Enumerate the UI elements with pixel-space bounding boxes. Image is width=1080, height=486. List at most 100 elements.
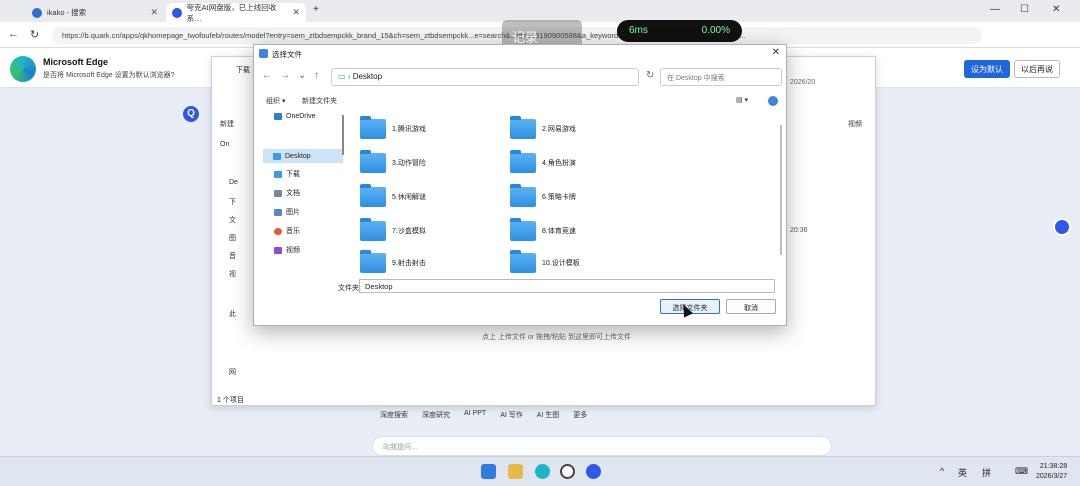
- tree-item-onedrive[interactable]: OneDrive: [274, 113, 316, 120]
- quark-icon[interactable]: [586, 464, 601, 479]
- refresh-icon[interactable]: ↻: [646, 70, 654, 81]
- close-icon[interactable]: ✕: [292, 7, 300, 18]
- set-default-button[interactable]: 设为默认: [964, 60, 1010, 78]
- new-folder-button[interactable]: 新建文件夹: [302, 96, 337, 106]
- browser-tabbar: ikako - 搜索 ✕ 夸克AI网盘版，已上线回收系… ✕ + — ☐ ✕: [0, 0, 1080, 23]
- side-item[interactable]: 音: [229, 251, 236, 261]
- folder-name: 8.体育竞速: [542, 228, 576, 235]
- new-tab-button[interactable]: +: [313, 4, 319, 15]
- assistant-fab-icon[interactable]: [1053, 218, 1071, 236]
- date-text: 2026/20: [790, 79, 816, 86]
- folder-item[interactable]: 3.动作冒险: [360, 150, 426, 173]
- search-input[interactable]: 在 Desktop 中搜索: [660, 68, 782, 86]
- tool-row: 深度搜索 深度研究 AI PPT AI 写作 AI 生图 更多: [380, 410, 587, 420]
- tab-quark[interactable]: 夸克AI网盘版，已上线回收系… ✕: [166, 3, 306, 23]
- tree-scrollbar[interactable]: [342, 115, 344, 155]
- tree-item-downloads[interactable]: 下载: [274, 169, 300, 179]
- tree-label: 下载: [286, 171, 300, 178]
- window-close-button[interactable]: ✕: [1052, 4, 1060, 15]
- tree-item-music[interactable]: 音乐: [274, 226, 300, 236]
- tab-search[interactable]: ikako - 搜索 ✕: [26, 3, 164, 22]
- folder-icon: [360, 184, 386, 207]
- help-icon[interactable]: [768, 96, 778, 106]
- music-icon: [274, 227, 282, 235]
- tool-deep-research[interactable]: 深度研究: [422, 410, 450, 420]
- side-item[interactable]: 新建: [220, 119, 234, 129]
- tree-item-pictures[interactable]: 图片: [274, 207, 300, 217]
- view-options-icon[interactable]: ▤ ▾: [736, 96, 748, 104]
- folder-item[interactable]: 5.休闲解谜: [360, 184, 426, 207]
- clock: 21:38:28 2026/3/27: [1036, 462, 1067, 482]
- minimize-button[interactable]: —: [990, 4, 1000, 15]
- chevron-down-icon[interactable]: ⌄: [298, 70, 306, 81]
- tree-item-documents[interactable]: 文档: [274, 188, 300, 198]
- cancel-button[interactable]: 取消: [726, 299, 776, 314]
- folder-name-field[interactable]: Desktop: [359, 279, 775, 293]
- side-item[interactable]: On: [220, 141, 229, 148]
- search-icon[interactable]: [560, 464, 575, 479]
- side-item[interactable]: 文: [229, 215, 236, 225]
- path-breadcrumb[interactable]: ▭ › Desktop: [331, 68, 639, 86]
- tree-item-videos[interactable]: 视频: [274, 245, 300, 255]
- tool-ai-ppt[interactable]: AI PPT: [464, 410, 486, 420]
- side-item[interactable]: 此: [229, 309, 236, 319]
- forward-arrow-icon[interactable]: →: [280, 70, 290, 81]
- tree-item-desktop[interactable]: Desktop: [263, 149, 343, 163]
- folder-name: 2.网易游戏: [542, 126, 576, 133]
- tool-deep-search[interactable]: 深度搜索: [380, 410, 408, 420]
- tray-overflow-icon[interactable]: ^: [940, 466, 944, 476]
- folder-item[interactable]: 2.网易游戏: [510, 116, 576, 139]
- tree-label: Desktop: [285, 152, 311, 160]
- select-folder-dialog: 选择文件 ✕ ← → ⌄ ↑ ▭ › Desktop ↻ 在 Desktop 中…: [253, 44, 787, 326]
- organize-button[interactable]: 组织 ▾: [266, 96, 285, 106]
- download-icon: [274, 170, 282, 178]
- tree-label: 文档: [286, 190, 300, 197]
- folder-grid: 1.腾讯游戏 2.网易游戏 3.动作冒险 4.角色扮演 5.休闲解谜 6.策略卡…: [350, 111, 778, 273]
- folder-item[interactable]: 4.角色扮演: [510, 150, 576, 173]
- folder-icon: [510, 116, 536, 139]
- search-favicon-icon: [32, 7, 42, 18]
- folder-item[interactable]: 8.体育竞速: [510, 218, 576, 241]
- side-item[interactable]: 视: [229, 269, 236, 279]
- input-lang[interactable]: 英: [958, 466, 967, 479]
- dialog-close-button[interactable]: ✕: [772, 47, 780, 58]
- later-button[interactable]: 以后再说: [1014, 60, 1060, 78]
- tool-ai-image[interactable]: AI 生图: [537, 410, 560, 420]
- back-button[interactable]: ←: [8, 28, 19, 40]
- view-label[interactable]: 视频: [848, 119, 862, 129]
- folder-icon: [360, 218, 386, 241]
- ask-input[interactable]: 向我提问…: [372, 436, 832, 456]
- maximize-button[interactable]: ☐: [1020, 4, 1029, 15]
- back-arrow-icon[interactable]: ←: [262, 70, 272, 81]
- input-method[interactable]: 拼: [982, 466, 991, 479]
- item-count: 1 个项目: [217, 397, 244, 404]
- nav-tree: OneDrive Desktop 下载 文档 图片 音乐 视频: [260, 111, 344, 276]
- side-item[interactable]: 网: [229, 367, 236, 377]
- folder-name: 9.射击射击: [392, 260, 426, 267]
- side-item[interactable]: 下: [229, 197, 236, 207]
- folder-item[interactable]: 6.策略卡牌: [510, 184, 576, 207]
- file-explorer-icon[interactable]: [508, 464, 523, 479]
- refresh-button[interactable]: ↻: [30, 28, 39, 41]
- path-text: Desktop: [352, 72, 383, 81]
- edge-icon[interactable]: [535, 464, 550, 479]
- keyboard-icon[interactable]: ⌨: [1015, 466, 1028, 477]
- folder-icon: [510, 218, 536, 241]
- up-arrow-icon[interactable]: ↑: [314, 70, 319, 81]
- close-icon[interactable]: ✕: [150, 7, 158, 18]
- perf-pct: 0.00%: [701, 25, 730, 36]
- side-item[interactable]: 图: [229, 233, 236, 243]
- folder-item[interactable]: 1.腾讯游戏: [360, 116, 426, 139]
- picture-icon: [274, 208, 282, 216]
- tool-ai-writing[interactable]: AI 写作: [500, 410, 523, 420]
- side-item[interactable]: De: [229, 179, 238, 186]
- tree-label: 视频: [286, 247, 300, 254]
- folder-icon: [360, 150, 386, 173]
- tool-more[interactable]: 更多: [573, 410, 587, 420]
- folder-item[interactable]: 7.沙盒模拟: [360, 218, 426, 241]
- start-icon[interactable]: [481, 464, 496, 479]
- folder-item[interactable]: 9.射击射击: [360, 250, 426, 273]
- folder-item[interactable]: 10.设计模板: [510, 250, 580, 273]
- files-scrollbar[interactable]: [780, 125, 782, 255]
- video-icon: [274, 246, 282, 254]
